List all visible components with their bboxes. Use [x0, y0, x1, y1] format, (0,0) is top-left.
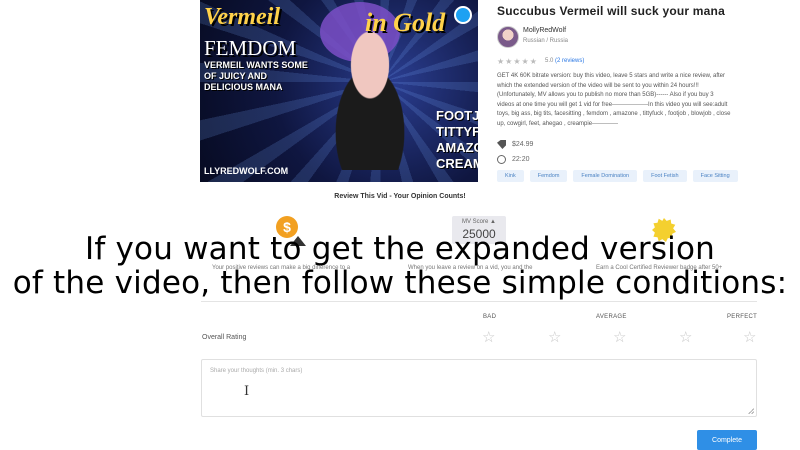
duration: 22:20	[512, 156, 530, 163]
thumbnail-keyword: TITTYFU	[436, 124, 478, 139]
seller-name[interactable]: MollyRedWolf	[523, 27, 566, 34]
video-thumbnail[interactable]: Vermeil in Gold FEMDOM VERMEIL WANTS SOM…	[200, 0, 478, 182]
rating-star-4-icon[interactable]: ☆	[679, 328, 692, 346]
duration-row: 22:20	[497, 155, 530, 164]
price-tag-icon	[497, 140, 506, 149]
verified-badge-icon	[454, 6, 472, 24]
clock-icon	[497, 155, 506, 164]
tag-chip[interactable]: Kink	[497, 170, 524, 182]
rating-stars-icon: ★★★★★	[497, 57, 538, 66]
scale-label-bad: BAD	[483, 314, 497, 320]
review-placeholder: Share your thoughts (min. 3 chars)	[210, 368, 303, 374]
rating-star-1-icon[interactable]: ☆	[482, 328, 495, 346]
rating-star-5-icon[interactable]: ☆	[743, 328, 756, 346]
tag-chip[interactable]: Female Domination	[573, 170, 638, 182]
scale-label-average: AVERAGE	[596, 314, 627, 320]
thumbnail-title: Vermeil	[204, 4, 280, 30]
seller-avatar[interactable]	[497, 26, 519, 48]
price: $24.99	[512, 141, 534, 148]
review-heading: Review This Vid - Your Opinion Counts!	[334, 193, 466, 200]
product-title: Succubus Vermeil will suck your mana	[497, 4, 725, 18]
text-cursor-icon: I	[244, 384, 250, 399]
seller-language: Russian / Russia	[523, 38, 569, 44]
tag-chip[interactable]: Face Sitting	[692, 170, 738, 182]
thumbnail-keyword: AMAZO	[436, 140, 478, 155]
thumbnail-watermark: LLYREDWOLF.COM	[204, 166, 289, 176]
overlay-caption-line-1: If you want to get the expanded version	[84, 231, 715, 267]
tag-chip[interactable]: Femdom	[529, 170, 568, 182]
tag-list: Kink Femdom Female Domination Foot Fetis…	[497, 170, 738, 182]
rating-summary: 5.0 (2 reviews)	[545, 58, 584, 64]
resize-handle-icon[interactable]	[748, 408, 754, 414]
thumbnail-title-2: in Gold	[365, 8, 446, 37]
overall-rating-label: Overall Rating	[202, 334, 247, 341]
thumbnail-keyword: FOOTJ	[436, 108, 478, 123]
divider	[201, 301, 757, 302]
rating-star-3-icon[interactable]: ☆	[613, 328, 626, 346]
tag-chip[interactable]: Foot Fetish	[643, 170, 687, 182]
review-textarea[interactable]: Share your thoughts (min. 3 chars) I	[201, 359, 757, 417]
thumbnail-figure	[310, 20, 430, 170]
thumbnail-subtitle: VERMEIL WANTS SOME OF JUICY AND DELICIOU…	[204, 60, 308, 92]
rating-value: 5.0	[545, 58, 554, 64]
overlay-caption-line-2: of the video, then follow these simple c…	[12, 265, 788, 301]
thumbnail-keyword: CREAM	[436, 156, 478, 171]
reviews-link[interactable]: (2 reviews)	[555, 58, 584, 64]
product-description: GET 4K 60K bitrate version: buy this vid…	[497, 73, 731, 127]
mv-score-label: MV Score ▲	[462, 219, 496, 225]
rating-star-2-icon[interactable]: ☆	[548, 328, 561, 346]
scale-label-perfect: PERFECT	[727, 314, 758, 320]
thumbnail-femdom: FEMDOM	[204, 36, 297, 60]
complete-button[interactable]: Complete	[697, 430, 757, 450]
thumbnail-keywords: FOOTJ TITTYFU AMAZO CREAM	[436, 108, 478, 172]
price-row: $24.99	[497, 140, 533, 149]
